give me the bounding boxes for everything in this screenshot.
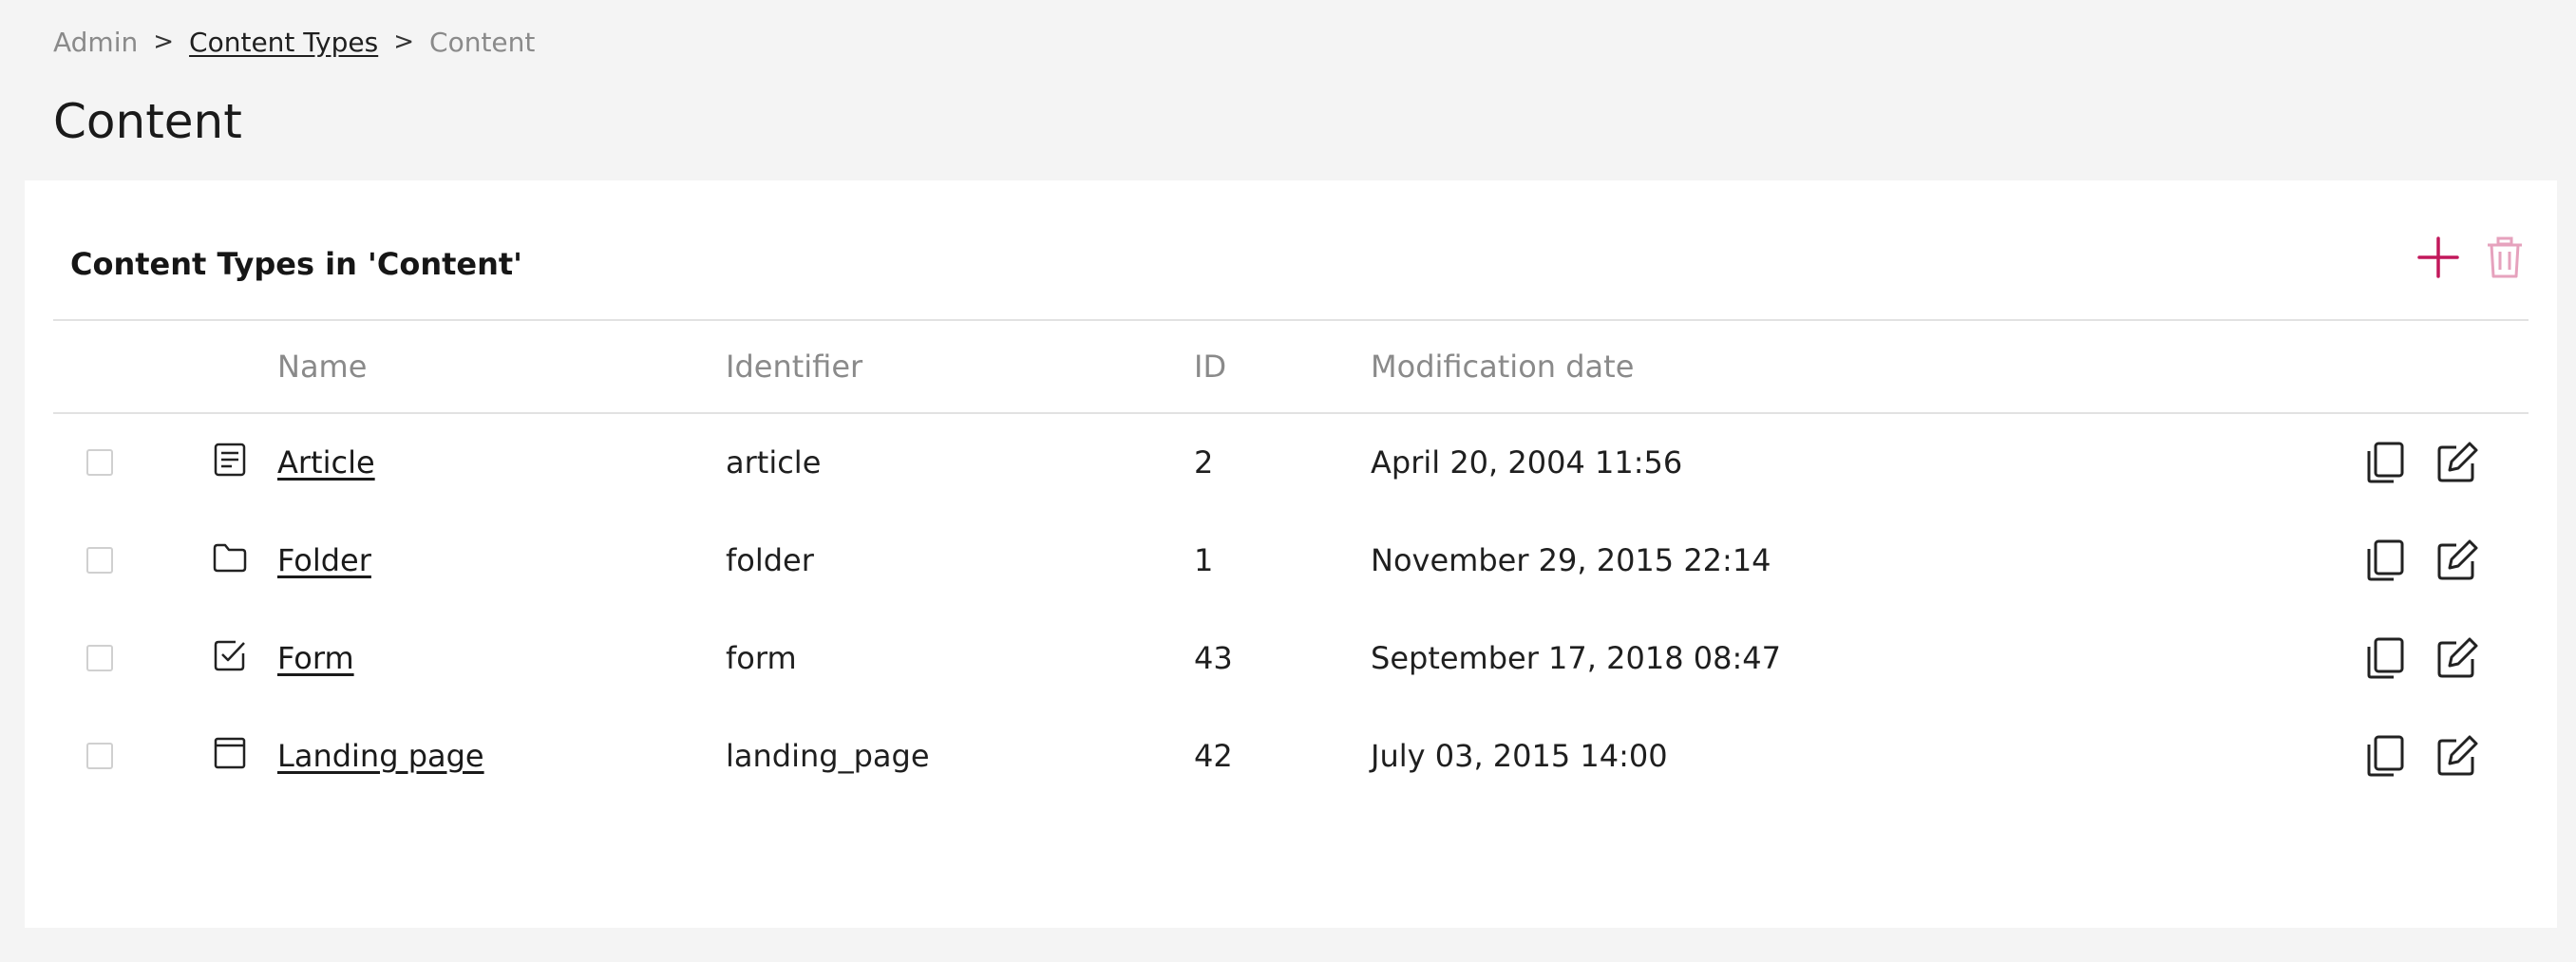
breadcrumb-item-content-types[interactable]: Content Types [189,27,378,58]
copy-button[interactable] [2361,732,2409,780]
row-checkbox[interactable] [86,645,113,671]
delete-content-type-button[interactable] [2481,234,2529,281]
content-types-table: Name Identifier ID Modification date Art… [53,321,2529,805]
content-type-id: 43 [1194,640,1233,676]
article-icon [214,443,246,477]
card-actions [2415,234,2529,281]
content-type-name-link[interactable]: Form [277,640,354,676]
table-row: Folder folder 1 November 29, 2015 22:14 [53,512,2529,610]
modification-date: November 29, 2015 22:14 [1371,542,1771,578]
content-type-name-link[interactable]: Article [277,444,375,481]
edit-icon [2437,442,2478,482]
row-checkbox[interactable] [86,743,113,769]
breadcrumb-item-admin[interactable]: Admin [53,27,138,58]
table-header: Name Identifier ID Modification date [53,321,2529,414]
form-icon [214,640,245,671]
copy-button[interactable] [2361,439,2409,486]
content-type-identifier: landing_page [726,738,930,774]
edit-icon [2437,637,2478,678]
card-header: Content Types in 'Content' [53,180,2529,321]
edit-button[interactable] [2434,439,2481,486]
row-actions [2361,537,2481,584]
card-title: Content Types in 'Content' [70,246,522,282]
content-type-id: 1 [1194,542,1214,578]
copy-icon [2367,735,2404,777]
row-checkbox[interactable] [86,449,113,476]
copy-button[interactable] [2361,537,2409,584]
copy-button[interactable] [2361,634,2409,682]
content-type-identifier: form [726,640,797,676]
column-header-modification-date[interactable]: Modification date [1371,348,1634,386]
row-actions [2361,634,2481,682]
copy-icon [2367,637,2404,679]
row-actions [2361,732,2481,780]
column-header-identifier[interactable]: Identifier [726,348,862,386]
landing-page-icon [214,737,246,769]
breadcrumb: Admin > Content Types > Content [53,23,535,61]
column-header-name[interactable]: Name [277,348,367,386]
breadcrumb-separator: > [393,28,415,56]
table-row: Form form 43 September 17, 2018 08:47 [53,610,2529,707]
page-title: Content [53,94,242,149]
copy-icon [2367,442,2404,483]
content-types-card: Content Types in 'Content' Name Identifi… [25,180,2557,928]
breadcrumb-item-content: Content [429,26,536,58]
content-type-name-link[interactable]: Folder [277,542,371,578]
edit-icon [2437,735,2478,776]
edit-button[interactable] [2434,634,2481,682]
content-type-identifier: article [726,444,822,481]
add-content-type-button[interactable] [2415,234,2462,281]
copy-icon [2367,539,2404,581]
content-type-identifier: folder [726,542,814,578]
column-header-id[interactable]: ID [1194,348,1226,386]
table-row: Article article 2 April 20, 2004 11:56 [53,414,2529,512]
edit-button[interactable] [2434,732,2481,780]
table-row: Landing page landing_page 42 July 03, 20… [53,707,2529,805]
content-type-id: 42 [1194,738,1233,774]
breadcrumb-separator: > [153,28,175,56]
modification-date: September 17, 2018 08:47 [1371,640,1781,676]
folder-icon [213,543,247,573]
edit-button[interactable] [2434,537,2481,584]
trash-icon [2488,236,2522,278]
row-checkbox[interactable] [86,547,113,574]
plus-icon [2417,236,2459,278]
modification-date: July 03, 2015 14:00 [1371,738,1668,774]
row-actions [2361,439,2481,486]
content-type-name-link[interactable]: Landing page [277,738,484,774]
edit-icon [2437,539,2478,580]
modification-date: April 20, 2004 11:56 [1371,444,1683,481]
content-type-id: 2 [1194,444,1214,481]
